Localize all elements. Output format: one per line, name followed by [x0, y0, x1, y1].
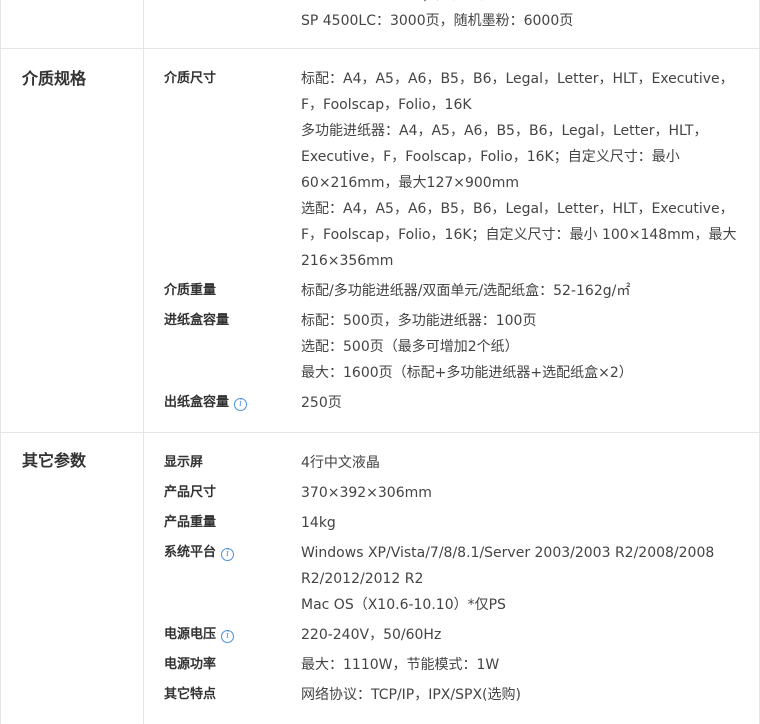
param-name: 其它特点	[164, 687, 217, 702]
param-value-line: 选配：500页（最多可增加2个纸）	[301, 339, 519, 355]
param-value-line: Windows XP/Vista/7/8/8.1/Server 2003/200…	[301, 545, 715, 561]
param-name-label: 电源电压	[164, 627, 217, 642]
param-value: Windows XP/Vista/7/8/8.1/Server 2003/200…	[301, 540, 741, 618]
param-value-line: Mac OS（X10.6-10.10）*仅PS	[301, 597, 506, 613]
param-value-line: SP 4500：6000页；随机墨粉：3000页	[301, 0, 556, 8]
previous-section: SP 4500：6000页；随机墨粉：3000页 SP 4500LC：3000页…	[1, 0, 759, 49]
param-value-line: 最大：1600页（标配+多功能进纸器+选配纸盒×2）	[301, 365, 633, 381]
other-params-section: 其它参数 显示屏 4行中文液晶 产品尺寸 370×392×306mm 产品重量 …	[1, 433, 759, 724]
param-value-line: 220-240V，50/60Hz	[301, 627, 442, 643]
param-name: 显示屏	[164, 455, 204, 470]
param-value-line: 14kg	[301, 515, 336, 531]
param-value-line: F，Foolscap，Folio，16K；自定义尺寸：最小 100×148mm，…	[301, 227, 737, 243]
param-name: 介质尺寸	[164, 71, 217, 86]
info-icon[interactable]: i	[221, 630, 235, 643]
param-value: 标配/多功能进纸器/双面单元/选配纸盒：52-162g/㎡	[301, 278, 741, 304]
param-value: 4行中文液晶	[301, 450, 741, 476]
param-name: 进纸盒容量	[164, 313, 230, 328]
param-value-line: 多功能进纸器：A4，A5，A6，B5，B6，Legal，Letter，HLT，	[301, 123, 708, 139]
param-name-label: 系统平台	[164, 545, 217, 560]
param-name-label: 出纸盒容量	[164, 395, 230, 410]
param-value-line: 4行中文液晶	[301, 455, 380, 471]
param-value-line: 标配：A4，A5，A6，B5，B6，Legal，Letter，HLT，Execu…	[301, 71, 734, 87]
param-value: 最大：1110W，节能模式：1W	[301, 652, 741, 678]
param-value-line: F，Foolscap，Folio，16K	[301, 97, 472, 113]
param-value: 网络协议：TCP/IP，IPX/SPX(选购)	[301, 682, 741, 708]
param-name: 电源功率	[164, 657, 217, 672]
category-column	[1, 0, 144, 48]
spec-table: SP 4500：6000页；随机墨粉：3000页 SP 4500LC：3000页…	[0, 0, 760, 724]
param-value-line: 250页	[301, 395, 342, 411]
param-value-line: 选配：A4，A5，A6，B5，B6，Legal，Letter，HLT，Execu…	[301, 201, 734, 217]
info-icon[interactable]: i	[234, 398, 248, 411]
param-name: 电源电压 i	[164, 622, 235, 648]
param-value-line: 标配：500页，多功能进纸器：100页	[301, 313, 537, 329]
param-name: 产品尺寸	[164, 485, 217, 500]
param-name: 介质重量	[164, 283, 217, 298]
param-value-line: 标配/多功能进纸器/双面单元/选配纸盒：52-162g/㎡	[301, 283, 631, 299]
param-value-line: 60×216mm，最大127×900mm	[301, 175, 519, 191]
param-value: 14kg	[301, 510, 741, 536]
param-value-line: 网络协议：TCP/IP，IPX/SPX(选购)	[301, 687, 521, 703]
param-name: 产品重量	[164, 515, 217, 530]
section-title: 其它参数	[22, 451, 87, 470]
info-icon[interactable]: i	[221, 548, 235, 561]
param-value: 220-240V，50/60Hz	[301, 622, 741, 648]
param-value: 标配：A4，A5，A6，B5，B6，Legal，Letter，HLT，Execu…	[301, 66, 741, 274]
category-column	[1, 433, 144, 724]
param-name: 系统平台 i	[164, 540, 235, 566]
section-title: 介质规格	[22, 69, 87, 88]
param-value: 250页	[301, 390, 741, 416]
param-value-line: R2/2012/2012 R2	[301, 571, 424, 587]
param-value: 370×392×306mm	[301, 480, 741, 506]
category-column	[1, 49, 144, 432]
param-value-line: SP 4500LC：3000页，随机墨粉：6000页	[301, 13, 574, 29]
param-value-line: 最大：1110W，节能模式：1W	[301, 657, 500, 673]
param-value-line: 216×356mm	[301, 253, 394, 269]
param-value: 标配：500页，多功能进纸器：100页 选配：500页（最多可增加2个纸） 最大…	[301, 308, 741, 386]
param-value-line: Executive，F，Foolscap，Folio，16K；自定义尺寸：最小	[301, 149, 680, 165]
media-spec-section: 介质规格 介质尺寸 标配：A4，A5，A6，B5，B6，Legal，Letter…	[1, 49, 759, 433]
param-name: 出纸盒容量 i	[164, 390, 248, 416]
param-value-line: 370×392×306mm	[301, 485, 432, 501]
